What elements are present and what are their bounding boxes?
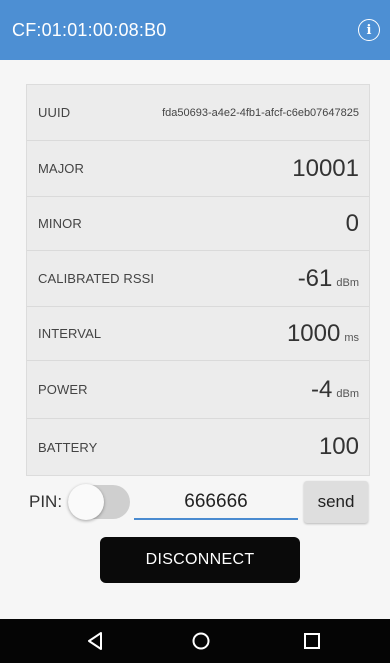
power-row: POWER -4 dBm	[27, 361, 369, 419]
app-bar: CF:01:01:00:08:B0 i	[0, 0, 390, 60]
minor-label: MINOR	[38, 216, 82, 231]
calibrated-rssi-value: -61	[297, 264, 333, 292]
battery-label: BATTERY	[38, 439, 98, 455]
battery-row: BATTERY 100	[27, 419, 369, 475]
power-unit: dBm	[336, 387, 359, 400]
minor-value-wrap: 0	[346, 210, 359, 238]
major-value: 10001	[292, 154, 359, 182]
major-label: MAJOR	[38, 161, 84, 176]
uuid-label: UUID	[38, 105, 71, 120]
calibrated-rssi-row: CALIBRATED RSSI -61 dBm	[27, 251, 369, 307]
disconnect-button[interactable]: DISCONNECT	[100, 537, 300, 583]
info-icon[interactable]: i	[358, 19, 380, 41]
power-value: -4	[311, 375, 333, 403]
power-label: POWER	[38, 382, 88, 397]
calibrated-rssi-value-wrap: -61 dBm	[298, 265, 359, 293]
uuid-value: fda50693-a4e2-4fb1-afcf-c6eb07647825	[162, 106, 359, 119]
interval-value: 1000	[286, 319, 341, 347]
circle-home-icon[interactable]	[191, 631, 211, 651]
calibrated-rssi-label: CALIBRATED RSSI	[38, 271, 155, 286]
minor-value: 0	[345, 209, 359, 237]
send-button[interactable]: send	[304, 481, 368, 523]
battery-value: 100	[318, 433, 359, 460]
pin-label: PIN:	[29, 492, 63, 511]
system-nav-bar	[0, 619, 390, 663]
pin-toggle-thumb[interactable]	[68, 484, 104, 520]
interval-value-wrap: 1000 ms	[287, 320, 359, 348]
triangle-back-icon[interactable]	[86, 631, 106, 651]
battery-value-wrap: 100	[319, 433, 359, 461]
pin-input[interactable]	[134, 486, 298, 520]
uuid-row: UUID fda50693-a4e2-4fb1-afcf-c6eb0764782…	[27, 85, 369, 141]
interval-row: INTERVAL 1000 ms	[27, 307, 369, 361]
interval-label: INTERVAL	[38, 326, 102, 341]
square-recents-icon[interactable]	[302, 631, 322, 651]
interval-unit: ms	[344, 331, 359, 344]
calibrated-rssi-unit: dBm	[336, 276, 359, 289]
device-address-title: CF:01:01:00:08:B0	[12, 19, 167, 40]
minor-row: MINOR 0	[27, 197, 369, 251]
major-row: MAJOR 10001	[27, 141, 369, 197]
beacon-info-card: UUID fda50693-a4e2-4fb1-afcf-c6eb0764782…	[26, 84, 370, 476]
major-value-wrap: 10001	[292, 155, 359, 183]
power-value-wrap: -4 dBm	[311, 376, 359, 404]
